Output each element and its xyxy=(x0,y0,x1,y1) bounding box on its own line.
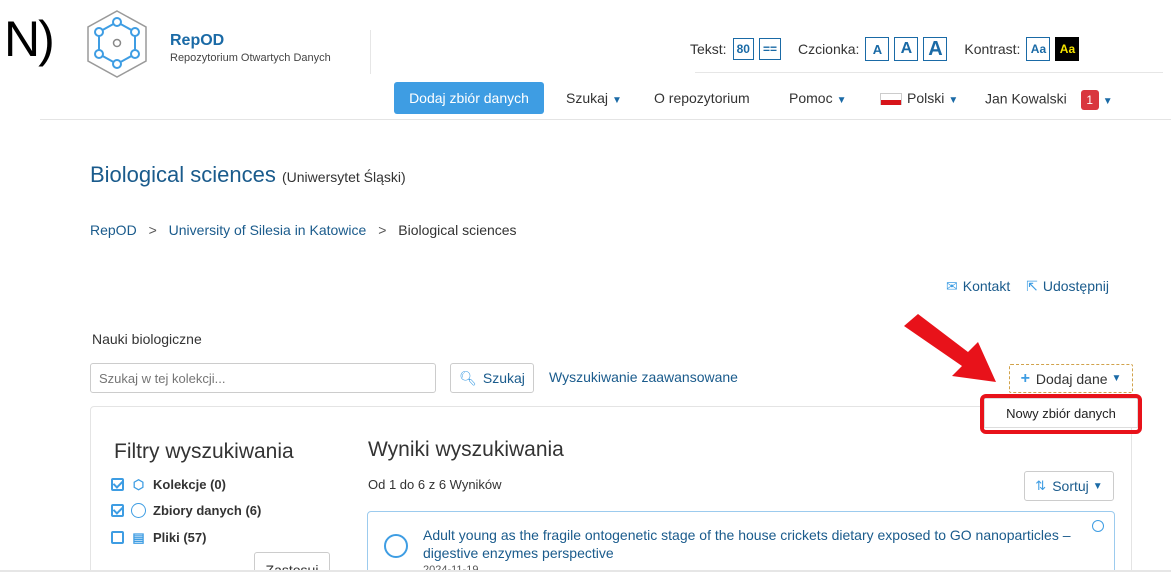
page-title-affiliation: (Uniwersytet Śląski) xyxy=(282,169,406,185)
accessibility-bar: Tekst: 80 == Czcionka: A A A Kontrast: A… xyxy=(690,36,1084,62)
breadcrumb-item-current: Biological sciences xyxy=(398,222,517,238)
share-link[interactable]: ⇱ Udostępnij xyxy=(1026,278,1109,294)
filter-collections[interactable]: ⬡ Kolekcje (0) xyxy=(111,477,226,492)
red-arrow-annotation-icon xyxy=(904,314,996,382)
nav-search[interactable]: Szukaj ▼ xyxy=(566,90,622,106)
file-icon: ▤ xyxy=(132,530,145,545)
page-title-text: Biological sciences xyxy=(90,162,276,187)
polish-flag-icon xyxy=(880,93,902,106)
chevron-down-icon: ▼ xyxy=(836,95,847,106)
add-data-label: Dodaj dane xyxy=(1035,370,1108,387)
contact-share-links: ✉ Kontakt ⇱ Udostępnij xyxy=(946,278,1121,295)
breadcrumb-separator: > xyxy=(378,222,387,238)
share-icon: ⇱ xyxy=(1026,278,1038,294)
font-small-button[interactable]: A xyxy=(865,37,890,61)
chevron-down-icon: ▼ xyxy=(1102,95,1113,107)
filter-files[interactable]: ▤ Pliki (57) xyxy=(111,530,206,545)
notification-badge[interactable]: 1 xyxy=(1080,90,1099,110)
brand-name[interactable]: RepOD xyxy=(170,32,224,50)
results-count: Od 1 do 6 z 6 Wyników xyxy=(368,477,502,492)
text-size-80-button[interactable]: 80 xyxy=(732,38,754,60)
header-divider xyxy=(370,30,371,74)
collection-search-input[interactable] xyxy=(90,363,436,393)
nav-language-label: Polski xyxy=(907,90,945,106)
contrast-normal-button[interactable]: Aa xyxy=(1026,37,1051,61)
add-data-button[interactable]: + Dodaj dane ▼ xyxy=(1009,364,1133,393)
checkbox-unchecked-icon[interactable] xyxy=(111,531,124,544)
chevron-down-icon: ▼ xyxy=(1111,373,1122,384)
font-medium-button[interactable]: A xyxy=(894,37,919,61)
nav-about[interactable]: O repozytorium xyxy=(654,90,750,106)
apply-filters-button[interactable]: Zastosuj xyxy=(254,552,330,572)
font-large-button[interactable]: A xyxy=(923,37,948,61)
text-spacing-button[interactable]: == xyxy=(758,38,781,60)
accessibility-divider xyxy=(695,72,1163,73)
nav-user[interactable]: Jan Kowalski 1 ▼ xyxy=(985,90,1113,110)
search-icon: 🔍︎ xyxy=(459,369,477,386)
text-size-label: Tekst: xyxy=(690,41,727,57)
contrast-label: Kontrast: xyxy=(964,41,1021,57)
filters-title: Filtry wyszukiwania xyxy=(114,440,294,463)
checkbox-checked-icon[interactable] xyxy=(111,478,124,491)
breadcrumb: RepOD > University of Silesia in Katowic… xyxy=(90,222,517,238)
repod-logo-icon[interactable] xyxy=(84,8,150,80)
results-title: Wyniki wyszukiwania xyxy=(368,438,564,461)
contrast-high-button[interactable]: Aa xyxy=(1055,37,1080,61)
breadcrumb-separator: > xyxy=(148,222,157,238)
nav-help[interactable]: Pomoc ▼ xyxy=(789,90,846,106)
chevron-down-icon: ▼ xyxy=(612,95,622,106)
envelope-icon: ✉ xyxy=(946,278,958,294)
select-radio-icon[interactable] xyxy=(1092,520,1104,532)
result-item[interactable]: Adult young as the fragile ontogenetic s… xyxy=(367,511,1115,572)
nav-search-label: Szukaj xyxy=(566,90,609,106)
site-header: RepOD Repozytorium Otwartych Danych Teks… xyxy=(40,0,1171,120)
add-dataset-nav-button[interactable]: Dodaj zbiór danych xyxy=(394,82,544,114)
result-title[interactable]: Adult young as the fragile ontogenetic s… xyxy=(423,526,1083,562)
sort-button[interactable]: ⇅ Sortuj ▼ xyxy=(1024,471,1114,501)
dataset-icon xyxy=(384,534,408,558)
brand-subtitle: Repozytorium Otwartych Danych xyxy=(170,52,331,64)
main-nav: Dodaj zbiór danych Szukaj ▼ O repozytoriu… xyxy=(40,82,1171,116)
collection-icon: ⬡ xyxy=(132,477,145,492)
sort-label: Sortuj xyxy=(1052,478,1089,494)
sort-icon: ⇅ xyxy=(1035,478,1047,493)
filter-label: Pliki (57) xyxy=(153,530,207,545)
contact-label: Kontakt xyxy=(962,278,1011,294)
chevron-down-icon: ▼ xyxy=(1092,480,1103,492)
search-button-label: Szukaj xyxy=(482,370,525,386)
nav-language[interactable]: Polski ▼ xyxy=(880,90,958,106)
breadcrumb-item-repod[interactable]: RepOD xyxy=(90,222,137,238)
highlight-annotation-box xyxy=(980,394,1142,434)
filter-label: Kolekcje (0) xyxy=(153,477,226,492)
contact-link[interactable]: ✉ Kontakt xyxy=(946,278,1010,294)
chevron-down-icon: ▼ xyxy=(948,95,959,106)
checkbox-checked-icon[interactable] xyxy=(111,504,124,517)
plus-icon: + xyxy=(1020,369,1030,387)
share-label: Udostępnij xyxy=(1042,278,1109,294)
filter-label: Zbiory danych (6) xyxy=(153,503,262,518)
breadcrumb-item-university[interactable]: University of Silesia in Katowice xyxy=(169,222,367,238)
page-title: Biological sciences (Uniwersytet Śląski) xyxy=(90,162,406,188)
filter-datasets[interactable]: Zbiory danych (6) xyxy=(111,503,261,518)
advanced-search-link[interactable]: Wyszukiwanie zaawansowane xyxy=(549,369,738,385)
nav-help-label: Pomoc xyxy=(789,90,833,106)
user-name: Jan Kowalski xyxy=(985,90,1067,107)
dataset-icon xyxy=(131,503,146,518)
collection-name: Nauki biologiczne xyxy=(92,331,202,347)
search-button[interactable]: 🔍︎ Szukaj xyxy=(450,363,534,393)
font-size-label: Czcionka: xyxy=(797,41,860,57)
